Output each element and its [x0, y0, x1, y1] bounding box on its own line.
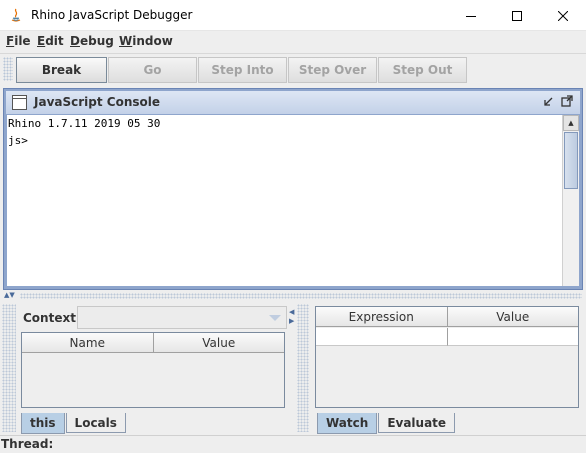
javascript-console-frame: JavaScript Console Rhino 1.7.11 2019 05 …	[3, 88, 583, 290]
column-value[interactable]: Value	[447, 307, 578, 327]
close-button[interactable]	[540, 0, 586, 31]
table-row[interactable]	[316, 328, 578, 346]
variables-table[interactable]: Name Value	[21, 332, 285, 408]
tab-locals[interactable]: Locals	[65, 413, 126, 433]
status-bar: Thread:	[0, 435, 586, 453]
splitter-arrows-icon[interactable]: ◀ ▶	[289, 308, 294, 326]
context-panel: Context: Name Value this Locals	[19, 304, 287, 434]
context-tabs: this Locals	[21, 413, 127, 434]
maximize-button[interactable]	[494, 0, 540, 31]
column-value[interactable]: Value	[153, 333, 284, 353]
horizontal-splitter[interactable]: ▲▼	[0, 292, 586, 300]
watch-panel: Expression Value Watch Evaluate	[313, 304, 581, 434]
chevron-down-icon	[269, 315, 281, 321]
column-name[interactable]: Name	[22, 333, 154, 353]
frame-window-icon	[12, 95, 27, 110]
step-into-button[interactable]: Step Into	[198, 57, 287, 83]
title-bar: Rhino JavaScript Debugger	[0, 0, 586, 31]
maximize-icon	[512, 10, 522, 21]
value-cell[interactable]	[447, 328, 578, 346]
menu-edit[interactable]: Edit	[37, 34, 64, 48]
thread-label: Thread:	[1, 437, 54, 451]
menu-bar: File Edit Debug Window	[0, 31, 586, 53]
java-app-icon	[11, 8, 21, 22]
console-title: JavaScript Console	[34, 95, 161, 109]
tab-evaluate[interactable]: Evaluate	[378, 413, 456, 433]
iconify-icon[interactable]	[542, 94, 556, 108]
console-output[interactable]: Rhino 1.7.11 2019 05 30 js>	[7, 115, 561, 286]
minimize-icon	[466, 15, 476, 17]
console-title-bar[interactable]: JavaScript Console	[6, 91, 580, 114]
tab-watch[interactable]: Watch	[317, 413, 378, 434]
vertical-splitter[interactable]: ◀ ▶	[288, 304, 296, 432]
expression-cell[interactable]	[316, 328, 448, 346]
toolbar-grip[interactable]	[3, 57, 13, 81]
window-title: Rhino JavaScript Debugger	[31, 8, 193, 22]
break-button[interactable]: Break	[16, 57, 107, 83]
menu-window[interactable]: Window	[119, 34, 173, 48]
scroll-up-arrow-icon[interactable]: ▲	[563, 115, 579, 131]
table-header: Name Value	[22, 333, 284, 353]
watch-tabs: Watch Evaluate	[317, 413, 456, 434]
table-header: Expression Value	[316, 307, 578, 327]
console-content: Rhino 1.7.11 2019 05 30 js> ▲	[7, 115, 579, 286]
splitter-expand-icon[interactable]: ▲▼	[4, 292, 15, 299]
tab-this[interactable]: this	[21, 413, 65, 434]
context-label: Context:	[23, 311, 81, 325]
splitter-grip	[20, 293, 582, 299]
step-out-button[interactable]: Step Out	[378, 57, 467, 83]
console-line: Rhino 1.7.11 2019 05 30	[8, 117, 161, 130]
watch-table[interactable]: Expression Value	[315, 306, 579, 408]
menu-file[interactable]: File	[6, 34, 31, 48]
debug-toolbar: Break Go Step Into Step Over Step Out	[0, 53, 586, 83]
right-pane-grip	[297, 304, 309, 432]
console-scrollbar[interactable]: ▲	[562, 115, 579, 286]
minimize-button[interactable]	[448, 0, 494, 31]
go-button[interactable]: Go	[108, 57, 197, 83]
console-prompt: js>	[8, 134, 28, 147]
column-expression[interactable]: Expression	[316, 307, 448, 327]
maximize-frame-icon[interactable]	[560, 94, 574, 108]
close-icon	[558, 10, 568, 21]
menu-debug[interactable]: Debug	[70, 34, 114, 48]
context-combobox[interactable]	[77, 306, 287, 329]
scroll-thumb[interactable]	[564, 132, 578, 189]
step-over-button[interactable]: Step Over	[288, 57, 377, 83]
left-pane-grip	[2, 304, 16, 432]
